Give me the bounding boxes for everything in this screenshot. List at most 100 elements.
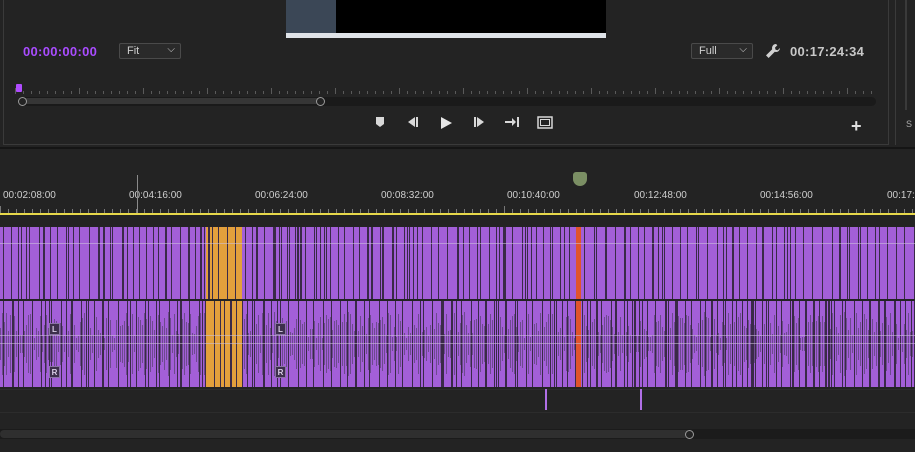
- clip-edit-point[interactable]: [66, 227, 67, 299]
- clip-edit-point[interactable]: [71, 301, 73, 387]
- clip-edit-point[interactable]: [297, 227, 299, 299]
- clip-edit-point[interactable]: [792, 301, 794, 387]
- clip-edit-point[interactable]: [638, 227, 639, 299]
- clip-edit-point[interactable]: [380, 227, 381, 299]
- step-back-button[interactable]: [404, 116, 422, 132]
- clip-edit-point[interactable]: [324, 227, 325, 299]
- clip-edit-point[interactable]: [326, 227, 327, 299]
- clip-edit-point[interactable]: [787, 227, 788, 299]
- clip-edit-point[interactable]: [387, 301, 388, 387]
- clip-edit-point[interactable]: [230, 301, 232, 387]
- clip-edit-point[interactable]: [438, 227, 439, 299]
- clip-edit-point[interactable]: [642, 301, 643, 387]
- clip-edit-point[interactable]: [205, 301, 206, 387]
- clip-edit-point[interactable]: [463, 227, 464, 299]
- clip-edit-point[interactable]: [723, 227, 724, 299]
- clip-edit-point[interactable]: [736, 301, 737, 387]
- clip-edit-point[interactable]: [214, 301, 215, 387]
- clip-edit-point[interactable]: [747, 227, 748, 299]
- clip-edit-point[interactable]: [288, 301, 289, 387]
- clip-edit-point[interactable]: [634, 301, 636, 387]
- clip-edit-point[interactable]: [98, 227, 100, 299]
- clip-edit-point[interactable]: [382, 227, 384, 299]
- program-preview-video[interactable]: [286, 0, 606, 38]
- clip-edit-point[interactable]: [569, 227, 570, 299]
- clip-edit-point[interactable]: [61, 301, 62, 387]
- clip-edit-point[interactable]: [596, 301, 598, 387]
- clip-edit-point[interactable]: [306, 301, 307, 387]
- clip-edit-point[interactable]: [79, 227, 80, 299]
- clip-edit-point[interactable]: [590, 301, 591, 387]
- clip-edit-point[interactable]: [323, 301, 324, 387]
- clip-edit-point[interactable]: [359, 227, 360, 299]
- clip-edit-point[interactable]: [169, 301, 170, 387]
- volume-keyframe-line[interactable]: [0, 335, 915, 336]
- clip-edit-point[interactable]: [212, 227, 213, 299]
- clip-edit-point[interactable]: [564, 227, 565, 299]
- clip-edit-point[interactable]: [887, 227, 888, 299]
- clip-edit-point[interactable]: [18, 227, 19, 299]
- clip-edit-point[interactable]: [379, 301, 380, 387]
- clip-edit-point[interactable]: [480, 227, 481, 299]
- clip-edit-point[interactable]: [494, 301, 495, 387]
- clip-edit-point[interactable]: [289, 227, 290, 299]
- clip-edit-point[interactable]: [753, 301, 754, 387]
- clip-edit-point[interactable]: [21, 227, 22, 299]
- clip-edit-point[interactable]: [485, 301, 487, 387]
- clip-edit-point[interactable]: [522, 227, 523, 299]
- clip-edit-point[interactable]: [496, 301, 497, 387]
- clip-edit-point[interactable]: [884, 301, 886, 387]
- clip-edit-point[interactable]: [118, 301, 119, 387]
- clip-edit-point[interactable]: [685, 301, 686, 387]
- clip-edit-point[interactable]: [594, 227, 595, 299]
- clip-edit-point[interactable]: [88, 301, 89, 387]
- clip-edit-point[interactable]: [525, 227, 526, 299]
- clip-edit-point[interactable]: [630, 227, 631, 299]
- clip-edit-point[interactable]: [879, 227, 880, 299]
- clip-edit-point[interactable]: [658, 227, 659, 299]
- export-frame-button[interactable]: [536, 116, 554, 133]
- clip-edit-point[interactable]: [11, 227, 12, 299]
- clip-edit-point[interactable]: [632, 301, 633, 387]
- clip-edit-point[interactable]: [691, 301, 692, 387]
- clip-edit-point[interactable]: [432, 301, 433, 387]
- clip-edit-point[interactable]: [582, 301, 583, 387]
- clip-edit-point[interactable]: [707, 227, 708, 299]
- clip-edit-point[interactable]: [338, 227, 339, 299]
- clip-edit-point[interactable]: [102, 301, 104, 387]
- clip-edit-point[interactable]: [364, 301, 365, 387]
- clip-edit-point[interactable]: [477, 227, 478, 299]
- clip-edit-point[interactable]: [298, 301, 299, 387]
- clip-edit-point[interactable]: [584, 227, 585, 299]
- clip-edit-point[interactable]: [242, 301, 243, 387]
- clip-edit-point[interactable]: [839, 227, 841, 299]
- clip-edit-point[interactable]: [478, 301, 479, 387]
- clip-edit-point[interactable]: [900, 301, 901, 387]
- clip-edit-point[interactable]: [247, 301, 248, 387]
- clip-edit-point[interactable]: [860, 227, 861, 299]
- clip-edit-point[interactable]: [371, 227, 373, 299]
- clip-edit-point[interactable]: [726, 227, 727, 299]
- clip-edit-point[interactable]: [188, 227, 190, 299]
- clip-edit-point[interactable]: [536, 227, 537, 299]
- clip-edit-point[interactable]: [218, 227, 219, 299]
- clip-edit-point[interactable]: [911, 301, 912, 387]
- clip-edit-point[interactable]: [875, 227, 876, 299]
- audio-meter-solo-label[interactable]: S: [906, 119, 912, 129]
- clip-edit-point[interactable]: [587, 301, 588, 387]
- clip-edit-point[interactable]: [639, 301, 640, 387]
- clip-edit-point[interactable]: [747, 301, 748, 387]
- clip-edit-point[interactable]: [148, 301, 149, 387]
- clip-edit-point[interactable]: [627, 301, 628, 387]
- clip-edit-point[interactable]: [395, 301, 396, 387]
- timeline-playhead[interactable]: [137, 175, 138, 213]
- clip-edit-point[interactable]: [776, 227, 777, 299]
- clip-edit-point[interactable]: [532, 301, 533, 387]
- clip-edit-point[interactable]: [560, 227, 561, 299]
- clip-edit-point[interactable]: [762, 301, 763, 387]
- clip-edit-point[interactable]: [842, 301, 843, 387]
- clip-edit-point[interactable]: [447, 227, 448, 299]
- clip-edit-point[interactable]: [905, 301, 906, 387]
- clip-edit-point[interactable]: [550, 227, 551, 299]
- clip-edit-point[interactable]: [208, 227, 210, 299]
